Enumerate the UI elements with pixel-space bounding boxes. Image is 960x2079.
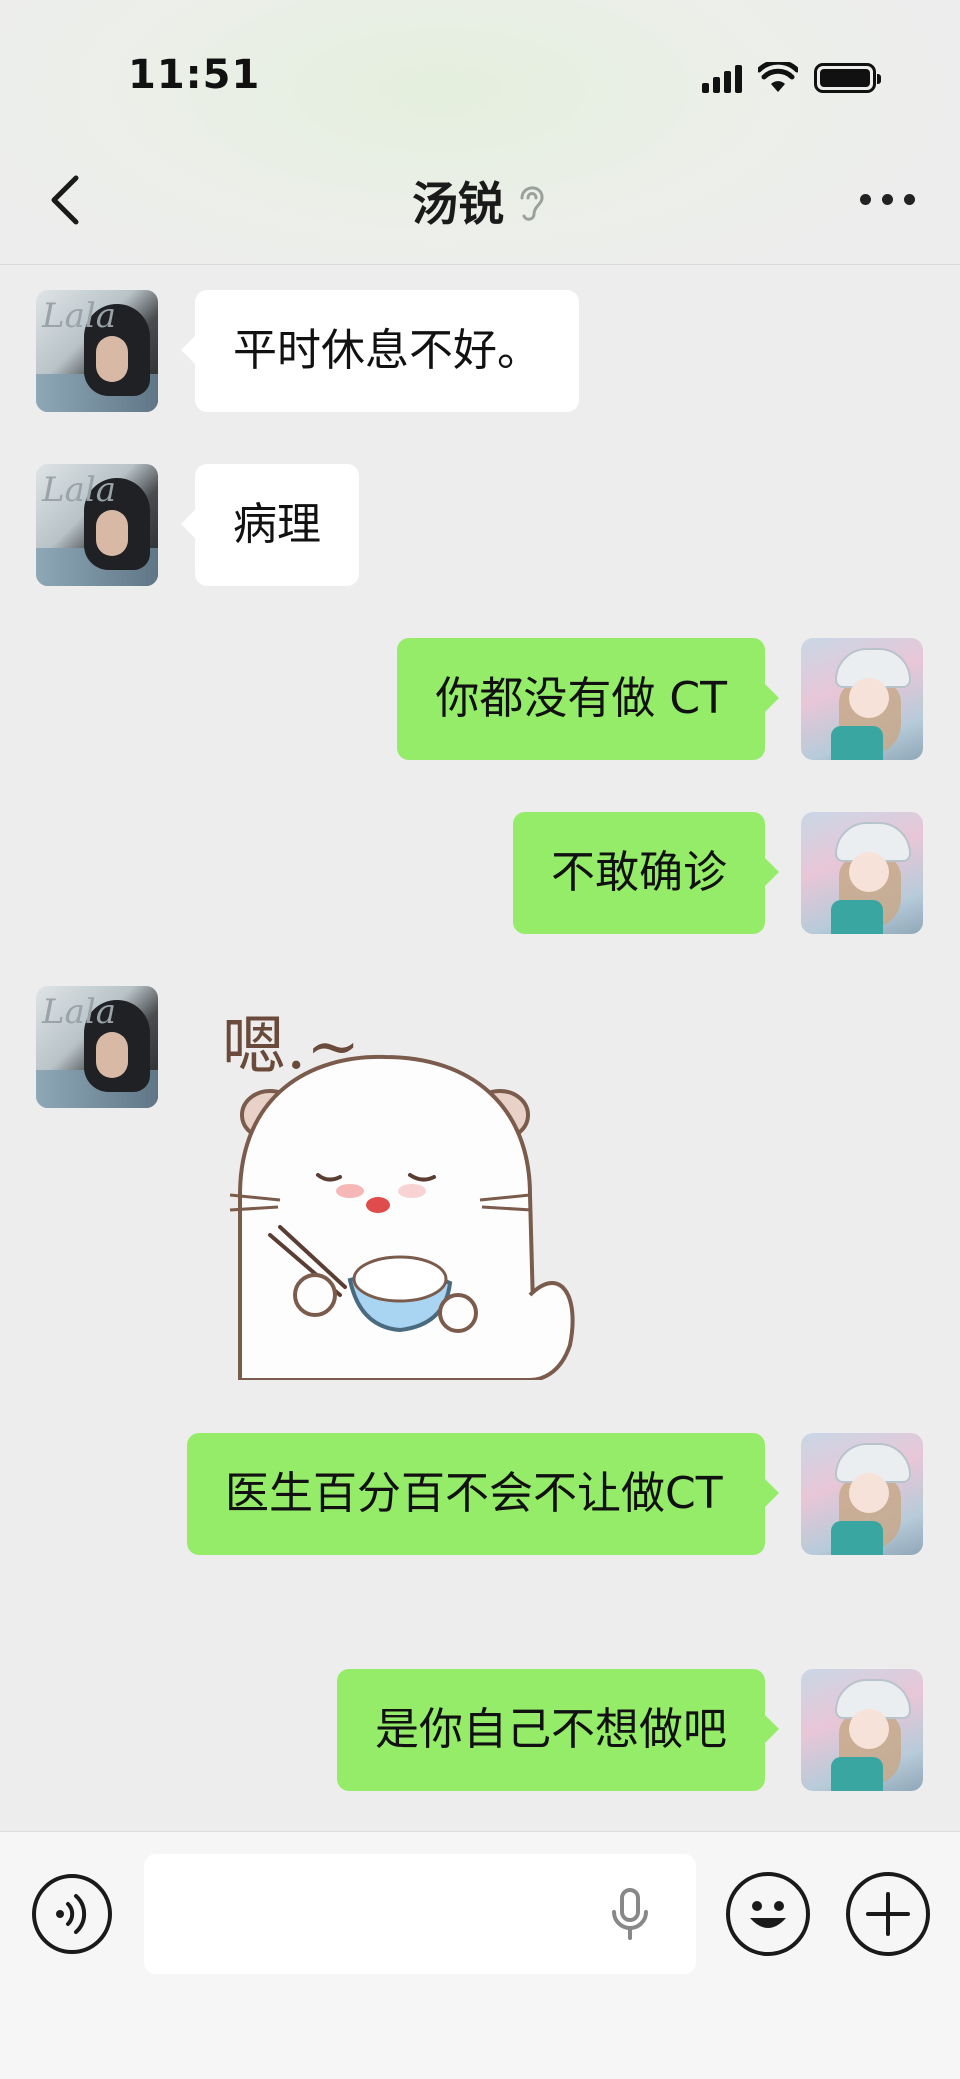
incoming-message-bubble[interactable]: 病理 (181, 464, 359, 586)
voice-toggle-button[interactable] (32, 1874, 112, 1954)
sticker-message[interactable]: 嗯.~ (200, 995, 580, 1382)
message-text: 是你自己不想做吧 (375, 1704, 727, 1755)
battery-icon (814, 63, 881, 93)
message-text: 平时休息不好。 (233, 325, 541, 376)
emoji-button[interactable] (726, 1872, 810, 1956)
ear-icon (520, 186, 544, 221)
plus-icon (866, 1892, 910, 1936)
outgoing-message-bubble[interactable]: 是你自己不想做吧 (337, 1669, 779, 1791)
mic-icon[interactable] (606, 1886, 654, 1944)
incoming-message-bubble[interactable]: 平时休息不好。 (181, 290, 579, 412)
more-button[interactable] (860, 182, 920, 216)
more-actions-button[interactable] (846, 1872, 930, 1956)
my-avatar[interactable] (801, 812, 923, 934)
message-text: 你都没有做 CT (435, 673, 727, 724)
contact-avatar[interactable]: Lala (36, 290, 158, 412)
wifi-icon (758, 62, 798, 92)
contact-avatar[interactable]: Lala (36, 464, 158, 586)
my-avatar[interactable] (801, 638, 923, 760)
title-area: 汤锐 (0, 168, 960, 232)
outgoing-message-bubble[interactable]: 你都没有做 CT (397, 638, 779, 760)
message-text: 不敢确诊 (551, 847, 727, 898)
status-time: 11:51 (128, 52, 261, 98)
voice-icon (56, 1894, 87, 1934)
outgoing-message-bubble[interactable]: 不敢确诊 (513, 812, 779, 934)
message-text: 病理 (233, 499, 321, 550)
sticker-caption: 嗯.~ (222, 1010, 360, 1084)
more-dots-icon (860, 193, 871, 205)
message-text: 医生百分百不会不让做CT (225, 1468, 723, 1519)
status-icons (702, 58, 881, 98)
emoji-icon (750, 1901, 786, 1928)
cellular-signal-icon (702, 63, 742, 93)
my-avatar[interactable] (801, 1433, 923, 1555)
my-avatar[interactable] (801, 1669, 923, 1791)
outgoing-message-bubble[interactable]: 医生百分百不会不让做CT (187, 1433, 779, 1555)
contact-avatar[interactable]: Lala (36, 986, 158, 1108)
chat-title: 汤锐 (412, 177, 504, 231)
